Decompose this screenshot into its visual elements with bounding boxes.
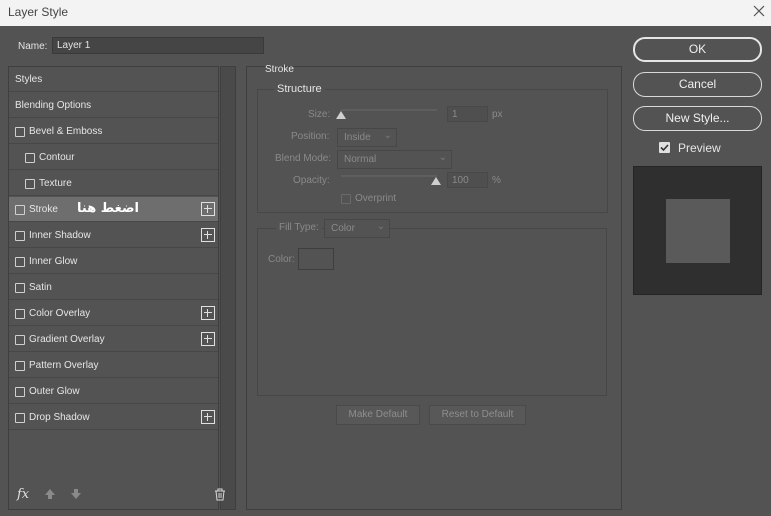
list-item-label: Inner Glow: [29, 256, 78, 267]
blend-mode-select[interactable]: Normal: [337, 149, 452, 169]
list-item-outer-glow[interactable]: Outer Glow: [9, 379, 218, 404]
name-input[interactable]: Layer 1: [52, 37, 264, 54]
checkbox[interactable]: [15, 387, 25, 397]
reset-default-button[interactable]: Reset to Default: [429, 405, 526, 425]
checkbox[interactable]: [15, 205, 25, 215]
add-icon[interactable]: [201, 410, 215, 424]
preview-thumbnail: [633, 166, 762, 295]
size-slider-thumb[interactable]: [336, 111, 346, 119]
checkbox[interactable]: [15, 413, 25, 423]
list-item-label: Texture: [39, 178, 72, 189]
list-item-texture[interactable]: Texture: [9, 171, 218, 196]
add-icon[interactable]: [201, 228, 215, 242]
list-item-label: Stroke: [29, 204, 58, 215]
name-label: Name:: [18, 41, 48, 52]
ok-button[interactable]: OK: [633, 37, 762, 62]
make-default-button[interactable]: Make Default: [336, 405, 420, 425]
title-bar: Layer Style: [0, 0, 771, 26]
close-icon[interactable]: [750, 2, 768, 20]
list-item-pattern-overlay[interactable]: Pattern Overlay: [9, 353, 218, 378]
move-down-icon[interactable]: [70, 488, 82, 503]
opacity-slider-thumb[interactable]: [431, 177, 441, 185]
opacity-unit: %: [492, 175, 501, 186]
list-item-label: Bevel & Emboss: [29, 126, 103, 137]
checkbox[interactable]: [15, 361, 25, 371]
checkbox[interactable]: [15, 127, 25, 137]
fill-type-select[interactable]: Color: [324, 218, 390, 238]
list-item-bevel-emboss[interactable]: Bevel & Emboss: [9, 119, 218, 144]
list-item-label: Drop Shadow: [29, 412, 90, 423]
checkbox[interactable]: [15, 283, 25, 293]
checkbox[interactable]: [15, 257, 25, 267]
list-item-blending-options[interactable]: Blending Options: [9, 93, 218, 118]
size-label: Size:: [308, 109, 331, 120]
preview-square: [666, 199, 730, 263]
size-unit: px: [492, 109, 503, 120]
list-item-label: Gradient Overlay: [29, 334, 105, 345]
add-icon[interactable]: [201, 202, 215, 216]
click-here-annotation: اضغط هنا: [77, 201, 140, 216]
list-item-label: Color Overlay: [29, 308, 91, 319]
position-select[interactable]: Inside: [337, 127, 397, 147]
styles-header-label: Styles: [15, 74, 43, 85]
list-item-gradient-overlay[interactable]: Gradient Overlay: [9, 327, 218, 352]
checkbox[interactable]: [25, 179, 35, 189]
list-item-drop-shadow[interactable]: Drop Shadow: [9, 405, 218, 430]
list-item-label: Inner Shadow: [29, 230, 91, 241]
preview-label: Preview: [678, 141, 721, 155]
list-item-label: Outer Glow: [29, 386, 80, 397]
size-slider[interactable]: [341, 109, 437, 111]
add-icon[interactable]: [201, 332, 215, 346]
list-item-label: Pattern Overlay: [29, 360, 99, 371]
preview-checkbox[interactable]: [659, 142, 670, 153]
cancel-button[interactable]: Cancel: [633, 72, 762, 97]
styles-scrollbar[interactable]: [220, 66, 236, 510]
position-label: Position:: [291, 131, 330, 142]
structure-title: Structure: [274, 83, 325, 95]
checkbox[interactable]: [15, 309, 25, 319]
checkbox[interactable]: [15, 231, 25, 241]
list-item-contour[interactable]: Contour: [9, 145, 218, 170]
list-item-color-overlay[interactable]: Color Overlay: [9, 301, 218, 326]
add-icon[interactable]: [201, 306, 215, 320]
move-up-icon[interactable]: [44, 488, 56, 503]
new-style-button[interactable]: New Style...: [633, 106, 762, 131]
checkbox[interactable]: [25, 153, 35, 163]
opacity-label: Opacity:: [293, 175, 330, 186]
list-item-label: Blending Options: [15, 100, 92, 111]
checkbox[interactable]: [15, 335, 25, 345]
window-title: Layer Style: [8, 5, 69, 19]
color-label: Color:: [268, 254, 295, 265]
opacity-input[interactable]: 100: [447, 172, 488, 188]
fill-type-label: Fill Type:: [276, 222, 322, 233]
panel-title: Stroke: [265, 64, 294, 75]
blend-mode-label: Blend Mode:: [275, 153, 332, 164]
list-item-stroke[interactable]: Stroke اضغط هنا: [9, 197, 218, 222]
size-input[interactable]: 1: [447, 106, 488, 122]
fx-icon[interactable]: fx: [17, 487, 29, 502]
list-item-label: Satin: [29, 282, 52, 293]
list-item-satin[interactable]: Satin: [9, 275, 218, 300]
overprint-checkbox[interactable]: [341, 194, 351, 204]
list-item-inner-glow[interactable]: Inner Glow: [9, 249, 218, 274]
overprint-label: Overprint: [355, 193, 397, 204]
color-swatch[interactable]: [298, 248, 334, 270]
list-item-inner-shadow[interactable]: Inner Shadow: [9, 223, 218, 248]
opacity-slider[interactable]: [341, 175, 437, 177]
styles-header[interactable]: Styles: [9, 67, 218, 92]
list-item-label: Contour: [39, 152, 75, 163]
trash-icon[interactable]: [214, 488, 226, 504]
